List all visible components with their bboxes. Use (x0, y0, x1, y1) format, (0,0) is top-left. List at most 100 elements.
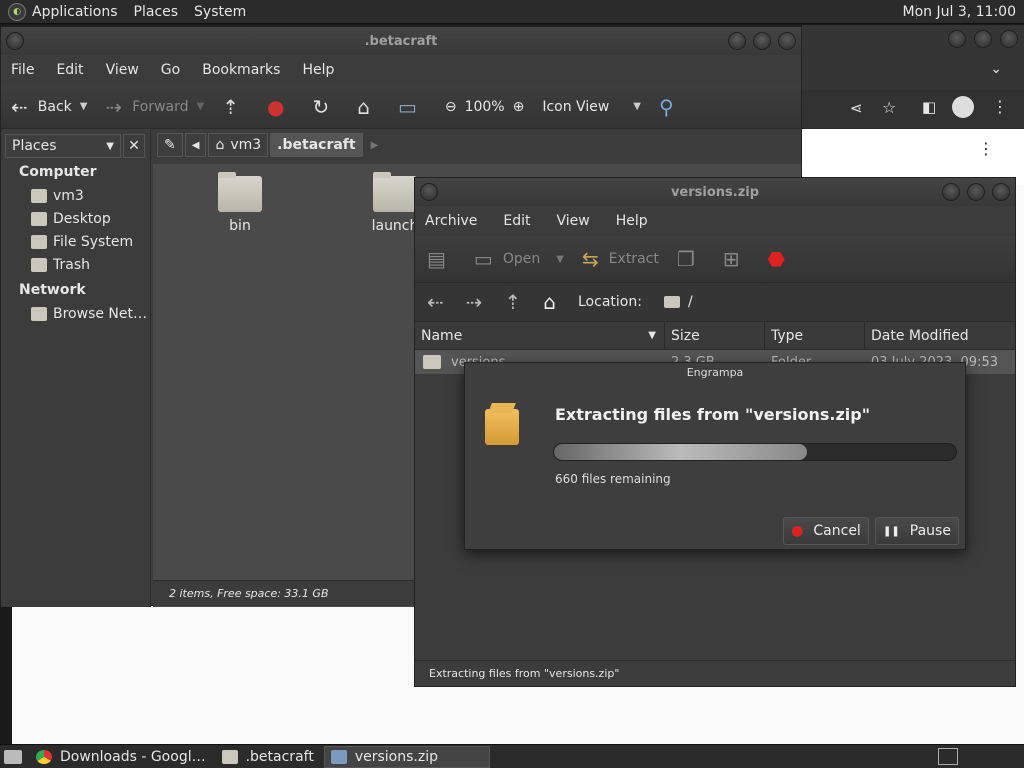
sidebar-item-browse-network[interactable]: Browse Net… (1, 302, 150, 325)
add-files-button[interactable]: ❐ (677, 247, 705, 271)
task-chrome[interactable]: Downloads - Googl… (30, 746, 212, 768)
menu-view[interactable]: View (106, 62, 139, 78)
view-mode-select[interactable]: Icon View ▼ (542, 99, 641, 115)
cancel-button[interactable]: ● Cancel (783, 517, 869, 545)
maximize-icon[interactable] (967, 183, 985, 201)
add-folder-icon: ⊞ (722, 247, 740, 271)
star-icon[interactable]: ☆ (882, 98, 896, 117)
add-files-icon: ❐ (676, 247, 695, 271)
pause-icon: ❚❚ (883, 525, 900, 537)
open-button[interactable]: ▭ Open ▼ (474, 247, 564, 271)
window-menu-icon[interactable] (420, 183, 438, 201)
menu-help[interactable]: Help (616, 213, 648, 229)
up-icon[interactable]: ⇡ (505, 290, 522, 314)
workspace-switcher-icon[interactable] (938, 748, 958, 765)
menu-bookmarks[interactable]: Bookmarks (202, 62, 280, 78)
profile-icon[interactable] (952, 96, 974, 118)
forward-icon[interactable]: ⇢ (466, 290, 483, 314)
share-icon[interactable]: ⋖ (850, 99, 863, 117)
menu-file[interactable]: File (11, 62, 34, 78)
window-menu-icon[interactable] (6, 32, 24, 50)
chevron-down-icon[interactable]: ⌄ (990, 61, 1002, 77)
maximize-icon[interactable] (753, 32, 771, 50)
home-icon (31, 188, 47, 203)
crumb-betacraft[interactable]: .betacraft (270, 133, 363, 157)
forward-button[interactable]: ⇢ Forward ▼ (105, 95, 204, 119)
window-title: versions.zip (670, 184, 760, 200)
close-sidebar-icon[interactable]: ✕ (123, 134, 145, 158)
add-folder-button[interactable]: ⊞ (723, 247, 750, 271)
edit-location-icon[interactable]: ✎ (157, 133, 183, 157)
minimize-icon[interactable] (728, 32, 746, 50)
sidebar-item-desktop[interactable]: Desktop (1, 207, 150, 230)
up-button[interactable]: ⇡ (222, 95, 249, 119)
mate-logo-icon[interactable]: ◐ (8, 2, 26, 21)
menu-help[interactable]: Help (302, 62, 334, 78)
file-manager-menubar: File Edit View Go Bookmarks Help (1, 55, 801, 85)
zoom-in-icon[interactable]: ⊕ (513, 99, 525, 115)
menu-view[interactable]: View (557, 213, 590, 229)
crumb-vm3[interactable]: ⌂ vm3 (208, 133, 269, 157)
sidebar: Places ▼ ✕ Computer vm3 Desktop File Sys… (1, 130, 151, 607)
close-icon[interactable] (992, 183, 1010, 201)
column-type[interactable]: Type (765, 321, 865, 350)
home-button[interactable]: ⌂ (357, 95, 380, 119)
sidepanel-icon[interactable]: ◧ (922, 98, 936, 116)
task-versions-zip[interactable]: versions.zip (323, 745, 490, 768)
new-archive-button[interactable]: ▤ (427, 247, 456, 271)
open-dropdown-icon[interactable]: ▼ (556, 254, 564, 265)
stop-button[interactable]: ● (267, 95, 294, 119)
path-left-icon[interactable]: ◀ (184, 133, 207, 157)
back-icon[interactable]: ⇠ (427, 290, 444, 314)
column-date[interactable]: Date Modified (865, 322, 1015, 350)
path-right-icon[interactable]: ▶ (371, 140, 379, 151)
computer-button[interactable]: ▭ (398, 95, 427, 119)
home-icon[interactable]: ⌂ (543, 290, 556, 314)
close-icon[interactable] (1000, 30, 1018, 48)
menu-archive[interactable]: Archive (425, 213, 477, 229)
menu-places[interactable]: Places (134, 4, 179, 20)
back-button[interactable]: ⇠ Back ▼ (11, 95, 87, 119)
reload-icon: ↻ (312, 94, 330, 119)
folder-icon (373, 172, 417, 212)
zoom-level[interactable]: 100% (465, 99, 505, 115)
column-name[interactable]: Name ▼ (415, 321, 665, 350)
folder-bin[interactable]: bin (210, 172, 270, 234)
sidebar-item-trash[interactable]: Trash (1, 253, 150, 276)
extract-button[interactable]: ⇆ Extract (582, 247, 659, 271)
archive-manager-menubar: Archive Edit View Help (415, 206, 1015, 236)
home-folder-icon: ⌂ (357, 94, 370, 119)
pause-button[interactable]: ❚❚ Pause (875, 517, 959, 545)
forward-dropdown-icon[interactable]: ▼ (197, 101, 205, 112)
menu-system[interactable]: System (194, 4, 246, 20)
archive-icon (330, 749, 347, 764)
menu-go[interactable]: Go (161, 62, 180, 78)
archive-manager-titlebar[interactable]: versions.zip (415, 178, 1015, 206)
places-dropdown-icon: ▼ (106, 140, 114, 152)
column-size[interactable]: Size (665, 321, 765, 350)
clock[interactable]: Mon Jul 3, 11:00 (903, 4, 1016, 20)
location-value[interactable]: / (688, 294, 693, 310)
forward-arrow-icon: ⇢ (105, 94, 123, 119)
sidebar-item-filesystem[interactable]: File System (1, 230, 150, 253)
minimize-icon[interactable] (942, 183, 960, 201)
menu-edit[interactable]: Edit (56, 62, 83, 78)
menu-icon[interactable]: ⋮ (992, 97, 1008, 116)
stop-button[interactable]: ⬣ (768, 247, 795, 271)
back-dropdown-icon[interactable]: ▼ (80, 101, 88, 112)
maximize-icon[interactable] (974, 30, 992, 48)
reload-button[interactable]: ↻ (312, 95, 339, 119)
places-select[interactable]: Places ▼ (5, 134, 121, 158)
stop-icon: ⬣ (767, 247, 786, 271)
minimize-icon[interactable] (948, 30, 966, 48)
sidebar-item-vm3[interactable]: vm3 (1, 184, 150, 207)
more-icon[interactable]: ⋮ (978, 139, 994, 158)
task-betacraft[interactable]: .betacraft (216, 746, 320, 768)
menu-edit[interactable]: Edit (503, 213, 530, 229)
show-desktop-icon[interactable] (4, 749, 22, 764)
zoom-out-icon[interactable]: ⊖ (445, 99, 457, 115)
search-button[interactable]: ⚲ (659, 95, 684, 119)
close-icon[interactable] (778, 32, 796, 50)
file-manager-titlebar[interactable]: .betacraft (1, 27, 801, 55)
menu-applications[interactable]: Applications (32, 4, 118, 20)
